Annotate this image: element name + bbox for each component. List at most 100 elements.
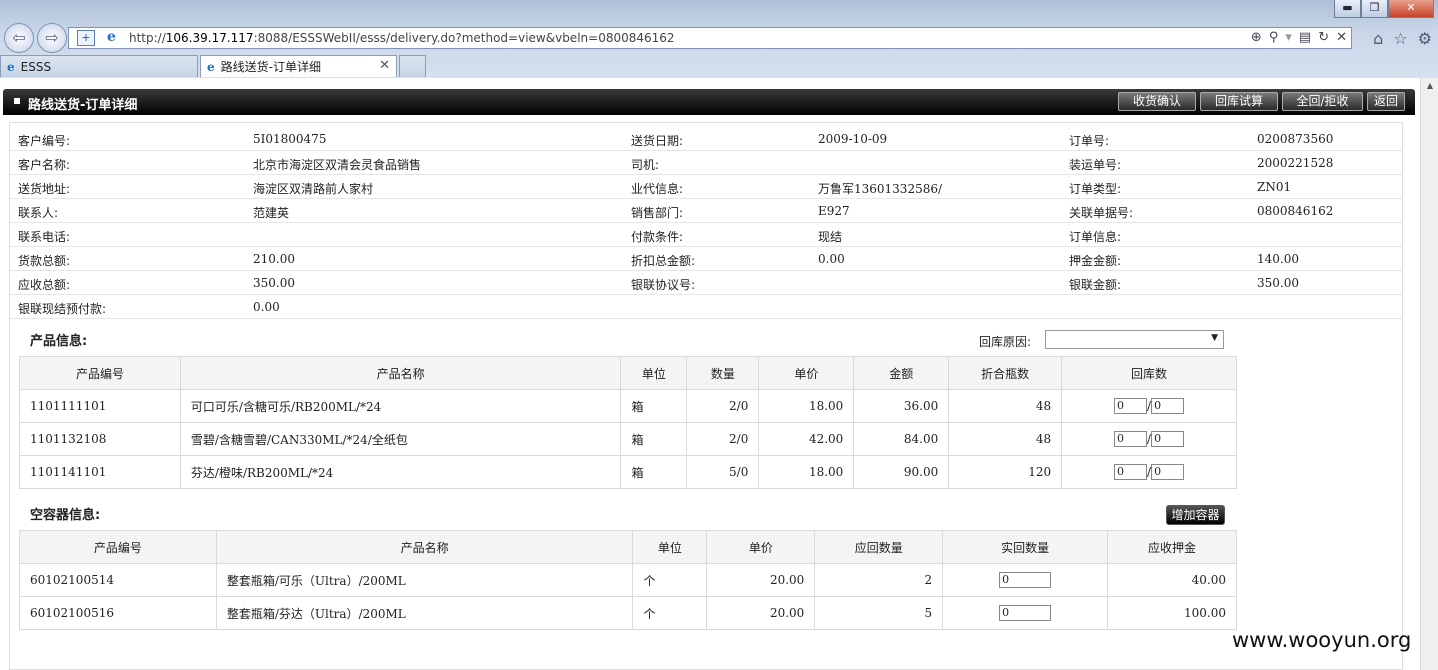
product-price: 18.00 bbox=[758, 455, 855, 489]
full-return-reject-button[interactable]: 全回/拒收 bbox=[1282, 92, 1363, 111]
confirm-receipt-button[interactable]: 收货确认 bbox=[1118, 92, 1196, 111]
info-row: 送货地址: 海淀区双清路前人家村 业代信息: 万鲁军13601332586/ 订… bbox=[10, 175, 1403, 199]
info-label: 关联单据号: bbox=[1069, 206, 1134, 220]
info-value: 范建英 bbox=[253, 206, 290, 220]
trial-return-button[interactable]: 回库试算 bbox=[1200, 92, 1278, 111]
column-header: 产品名称 bbox=[215, 530, 634, 564]
return-qty-cell: 0/0 bbox=[1061, 455, 1237, 489]
info-label: 银联协议号: bbox=[631, 278, 696, 292]
ie-page-icon: e bbox=[107, 29, 116, 45]
info-label: 业代信息: bbox=[631, 182, 684, 196]
maximize-button[interactable]: ❐ bbox=[1361, 0, 1388, 18]
return-qty-input[interactable]: 0 bbox=[1151, 431, 1185, 447]
info-label: 订单类型: bbox=[1069, 182, 1122, 196]
table-row: 1101141101 芬达/橙味/RB200ML/*24 箱 5/0 18.00… bbox=[19, 455, 1237, 489]
product-price: 42.00 bbox=[758, 422, 855, 456]
info-value: 350.00 bbox=[253, 276, 295, 290]
container-code: 60102100516 bbox=[19, 596, 217, 630]
close-tab-icon[interactable]: ✕ bbox=[379, 58, 390, 73]
address-bar[interactable]: + e http://106.39.17.117:8088/ESSSWebII/… bbox=[68, 27, 1352, 49]
refresh-icon[interactable]: ↻ bbox=[1318, 30, 1329, 45]
browser-tab-esss[interactable]: e ESSS bbox=[0, 55, 198, 77]
close-window-button[interactable]: ✕ bbox=[1388, 0, 1434, 18]
info-label: 销售部门: bbox=[631, 206, 684, 220]
info-value: 0200873560 bbox=[1257, 132, 1334, 146]
browser-tab-order-detail[interactable]: e 路线送货-订单详细 ✕ bbox=[200, 55, 397, 77]
ie-tab-icon: e bbox=[207, 59, 215, 74]
gear-icon[interactable]: ⚙ bbox=[1418, 29, 1432, 48]
info-label: 司机: bbox=[631, 158, 660, 172]
compat-view-icon[interactable]: ⊕ bbox=[1251, 30, 1262, 45]
column-header: 折合瓶数 bbox=[948, 356, 1063, 390]
scroll-up-icon[interactable]: ▲ bbox=[1421, 78, 1438, 94]
address-url[interactable]: http://106.39.17.117:8088/ESSSWebII/esss… bbox=[129, 31, 675, 45]
column-header: 数量 bbox=[686, 356, 760, 390]
product-name: 可口可乐/含糖可乐/RB200ML/*24 bbox=[179, 389, 622, 423]
info-label: 客户名称: bbox=[18, 158, 71, 172]
actual-qty-input[interactable]: 0 bbox=[999, 605, 1052, 621]
container-unit: 个 bbox=[632, 596, 708, 630]
info-value: E927 bbox=[818, 204, 850, 218]
return-qty-cell: 0/0 bbox=[1061, 389, 1237, 423]
column-header: 金额 bbox=[853, 356, 950, 390]
ie-tab-icon: e bbox=[7, 59, 15, 74]
info-label: 联系人: bbox=[18, 206, 59, 220]
table-row: 1101132108 雪碧/含糖雪碧/CAN330ML/*24/全纸包 箱 2/… bbox=[19, 422, 1237, 456]
column-header: 单价 bbox=[758, 356, 855, 390]
info-row: 客户编号: 5I01800475 送货日期: 2009-10-09 订单号: 0… bbox=[10, 127, 1403, 151]
dropdown-icon[interactable]: ▾ bbox=[1285, 30, 1292, 45]
new-tab-button[interactable] bbox=[399, 55, 426, 77]
products-section-title: 产品信息: bbox=[30, 334, 88, 349]
return-qty-input[interactable]: 0 bbox=[1151, 464, 1185, 480]
back-nav-button[interactable]: ⇦ bbox=[4, 23, 34, 53]
table-header-row: 产品编号 产品名称 单位 数量 单价 金额 折合瓶数 回库数 bbox=[19, 356, 1237, 390]
info-value: 现结 bbox=[818, 230, 843, 244]
product-qty: 2/0 bbox=[686, 422, 760, 456]
column-header: 应回数量 bbox=[814, 530, 944, 564]
column-header: 产品编号 bbox=[19, 356, 181, 390]
back-button[interactable]: 返回 bbox=[1367, 92, 1405, 111]
favorites-star-icon[interactable]: ☆ bbox=[1393, 29, 1407, 48]
window-controls: ▬ ❐ ✕ bbox=[1334, 0, 1434, 18]
page-icon[interactable]: ▤ bbox=[1299, 30, 1311, 45]
column-header: 应收押金 bbox=[1107, 530, 1237, 564]
info-label: 应收总额: bbox=[18, 278, 71, 292]
product-name: 雪碧/含糖雪碧/CAN330ML/*24/全纸包 bbox=[179, 422, 622, 456]
return-qty-input[interactable]: 0 bbox=[1114, 464, 1148, 480]
products-table: 产品编号 产品名称 单位 数量 单价 金额 折合瓶数 回库数 110111110… bbox=[19, 356, 1237, 489]
return-qty-cell: 0/0 bbox=[1061, 422, 1237, 456]
browser-chrome: ▬ ❐ ✕ ⇦ ⇨ + e http://106.39.17.117:8088/… bbox=[0, 0, 1438, 78]
table-row: 1101111101 可口可乐/含糖可乐/RB200ML/*24 箱 2/0 1… bbox=[19, 389, 1237, 423]
info-row: 货款总额: 210.00 折扣总金额: 0.00 押金金额: 140.00 bbox=[10, 247, 1403, 271]
return-qty-input[interactable]: 0 bbox=[1114, 398, 1148, 414]
container-name: 整套瓶箱/可乐（Ultra）/200ML bbox=[215, 563, 634, 597]
product-bottles: 120 bbox=[948, 455, 1063, 489]
info-value: 0.00 bbox=[253, 300, 280, 314]
info-row: 客户名称: 北京市海淀区双清会灵食品销售 司机: 装运单号: 200022152… bbox=[10, 151, 1403, 175]
info-value: 2009-10-09 bbox=[818, 132, 888, 146]
add-container-button[interactable]: 增加容器 bbox=[1166, 505, 1225, 525]
page-scrollbar[interactable]: ▲ bbox=[1420, 78, 1438, 670]
info-label: 装运单号: bbox=[1069, 158, 1122, 172]
add-favorite-icon[interactable]: + bbox=[77, 30, 95, 46]
actual-qty-input[interactable]: 0 bbox=[999, 572, 1052, 588]
product-code: 1101141101 bbox=[19, 455, 181, 489]
stop-icon[interactable]: ✕ bbox=[1336, 30, 1347, 45]
address-tools: ⊕ ⚲ ▾ ▤ ↻ ✕ bbox=[1251, 30, 1347, 45]
info-label: 货款总额: bbox=[18, 254, 71, 268]
return-qty-input[interactable]: 0 bbox=[1151, 398, 1185, 414]
search-icon[interactable]: ⚲ bbox=[1269, 30, 1279, 45]
product-price: 18.00 bbox=[758, 389, 855, 423]
home-icon[interactable]: ⌂ bbox=[1373, 29, 1383, 48]
return-qty-input[interactable]: 0 bbox=[1114, 431, 1148, 447]
container-unit: 个 bbox=[632, 563, 708, 597]
info-value: 140.00 bbox=[1257, 252, 1299, 266]
minimize-button[interactable]: ▬ bbox=[1334, 0, 1361, 18]
forward-nav-button[interactable]: ⇨ bbox=[37, 23, 67, 53]
product-unit: 箱 bbox=[620, 455, 688, 489]
info-label: 送货地址: bbox=[18, 182, 71, 196]
column-header: 单位 bbox=[632, 530, 708, 564]
column-header: 回库数 bbox=[1061, 356, 1237, 390]
return-reason-select[interactable]: ▼ bbox=[1045, 330, 1224, 349]
column-header: 产品名称 bbox=[179, 356, 622, 390]
